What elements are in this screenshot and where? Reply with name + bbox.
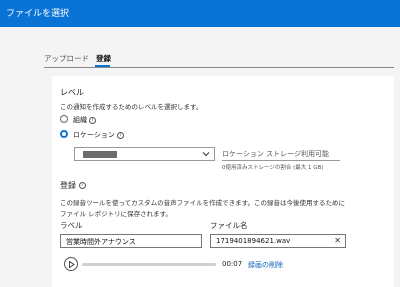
label-caption: ラベル: [60, 221, 83, 230]
playback-progress[interactable]: [82, 263, 216, 266]
level-description: この通知を作成するためのレベルを選択します。: [60, 103, 203, 111]
delete-recording-link[interactable]: 録画の削除: [248, 260, 283, 270]
info-icon[interactable]: i: [117, 131, 125, 139]
storage-detail: 0使用済みストレージの割合 (最大 1 GB): [222, 165, 324, 171]
window-title: ファイルを選択: [6, 9, 70, 19]
label-field-value: 営業時間外アナウンス: [66, 238, 136, 246]
radio-location-label: ロケーション i: [73, 130, 125, 140]
filename-field-value: 1719401894621.wav: [216, 237, 291, 245]
playback-time: 00:07: [222, 260, 243, 268]
level-title: レベル: [60, 88, 84, 97]
redacted-value: [83, 151, 117, 158]
tab-bar: アップロード 登録: [44, 53, 394, 67]
chevron-down-icon: [202, 152, 210, 157]
location-select[interactable]: [74, 147, 215, 161]
record-title: 登録 i: [60, 180, 86, 191]
play-icon: [69, 261, 75, 268]
info-icon[interactable]: i: [78, 182, 86, 189]
storage-divider: [222, 160, 340, 161]
tab-upload[interactable]: アップロード: [44, 53, 89, 64]
record-description-line2: ファイル レポジトリに保存されます。: [60, 210, 172, 218]
record-description-line1: この録音ツールを使ってカスタムの音声ファイルを作成できます。この録音は今後使用す…: [60, 199, 346, 207]
filename-caption: ファイル名: [210, 221, 248, 230]
radio-organization-label: 組織 i: [73, 115, 97, 125]
tab-record[interactable]: 登録: [96, 53, 111, 64]
filename-field[interactable]: 1719401894621.wav ✕: [210, 234, 346, 248]
radio-organization[interactable]: [60, 115, 68, 123]
info-icon[interactable]: i: [89, 116, 97, 124]
tabs-divider: [44, 67, 394, 68]
clear-icon[interactable]: ✕: [334, 236, 341, 245]
storage-title: ロケーション ストレージ利用可能: [222, 150, 329, 158]
play-button[interactable]: [64, 257, 78, 271]
title-bar: ファイルを選択: [0, 0, 400, 27]
radio-location[interactable]: [60, 130, 68, 138]
label-field[interactable]: 営業時間外アナウンス: [60, 234, 202, 248]
